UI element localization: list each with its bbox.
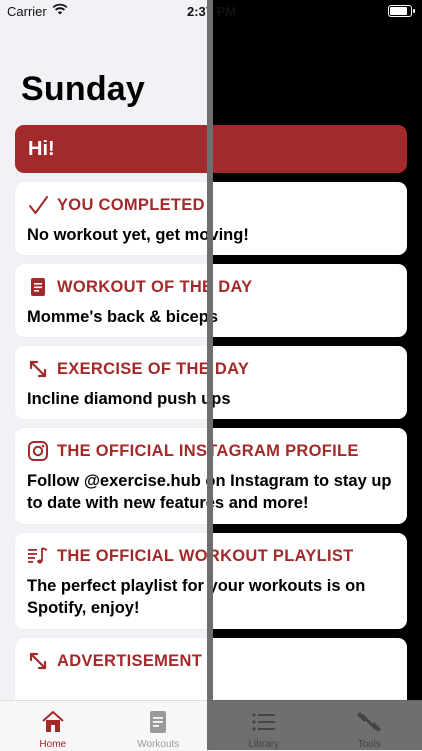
tab-label: Workouts: [137, 739, 179, 750]
tab-workouts[interactable]: Workouts: [106, 701, 212, 751]
list-icon: [251, 709, 277, 735]
arrows-expand-icon: [27, 358, 49, 380]
card-title: EXERCISE OF THE DAY: [57, 360, 249, 379]
tab-home[interactable]: Home: [0, 701, 106, 751]
page-title: Sunday: [21, 70, 145, 109]
music-list-icon: [27, 545, 49, 567]
card-title: YOU COMPLETED: [57, 196, 205, 215]
battery-icon: [388, 5, 412, 17]
tab-library[interactable]: Library: [211, 701, 317, 751]
checkmark-icon: [27, 194, 49, 216]
tab-label: Library: [248, 739, 279, 750]
arrows-expand-icon: [27, 650, 49, 672]
card-title: ADVERTISEMENT: [57, 652, 202, 671]
card-title: WORKOUT OF THE DAY: [57, 278, 252, 297]
home-icon: [40, 709, 66, 735]
card-title: THE OFFICIAL WORKOUT PLAYLIST: [57, 547, 354, 566]
tab-label: Tools: [358, 739, 381, 750]
carrier-label: Carrier: [7, 4, 47, 19]
tab-tools[interactable]: Tools: [317, 701, 422, 751]
instagram-icon: [27, 440, 49, 462]
document-icon: [27, 276, 49, 298]
clipboard-icon: [145, 709, 171, 735]
dumbbell-icon: [356, 709, 382, 735]
wifi-icon: [52, 3, 68, 15]
split-divider: [207, 0, 213, 750]
tab-label: Home: [39, 739, 66, 750]
